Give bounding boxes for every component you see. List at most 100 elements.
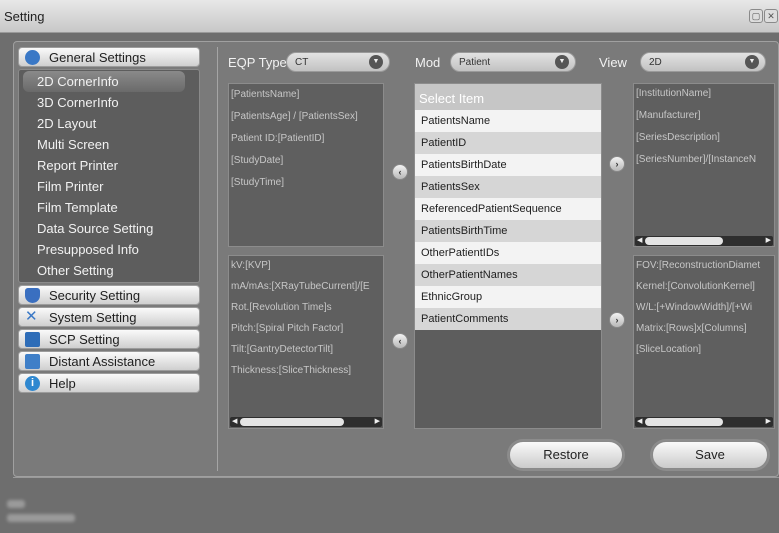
category-label: Security Setting [49, 288, 141, 303]
eqp-type-dropdown[interactable]: CT ▼ [286, 52, 390, 72]
sidebar-item-multi-screen[interactable]: Multi Screen [19, 134, 199, 155]
category-label: Distant Assistance [49, 354, 156, 369]
network-icon [25, 354, 40, 369]
corner-info-line: W/L:[+WindowWidth]/[+Wi [636, 302, 753, 313]
list-item[interactable]: PatientsSex [415, 176, 601, 198]
category-label: General Settings [49, 50, 146, 65]
mod-dropdown[interactable]: Patient ▼ [450, 52, 576, 72]
corner-info-line: [SeriesDescription] [636, 132, 720, 143]
category-general-settings[interactable]: General Settings [18, 47, 200, 67]
corner-info-line: [Manufacturer] [636, 110, 701, 121]
category-system-setting[interactable]: ✕ System Setting [18, 307, 200, 327]
corner-info-line: [StudyDate] [231, 155, 284, 166]
corner-info-line: mA/mAs:[XRayTubeCurrent]/[E [231, 281, 370, 292]
monitor-icon [25, 332, 40, 347]
list-item[interactable]: PatientID [415, 132, 601, 154]
sidebar-item-report-printer[interactable]: Report Printer [19, 155, 199, 176]
window-title: Setting [4, 9, 45, 24]
corner-info-line: Rot.[Revolution Time]s [231, 302, 332, 313]
scroll-left-icon[interactable]: ◀ [637, 236, 642, 246]
corner-info-line: [StudyTime] [231, 177, 284, 188]
status-area [0, 486, 779, 533]
right-top-corner-box[interactable]: [InstitutionName] [Manufacturer] [Series… [633, 83, 775, 247]
category-label: Help [49, 376, 76, 391]
corner-info-line: Thickness:[SliceThickness] [231, 365, 352, 376]
scroll-right-icon[interactable]: ▶ [766, 417, 771, 427]
move-left-bottom-button[interactable]: ‹ [392, 333, 408, 349]
tools-icon: ✕ [25, 308, 38, 325]
move-right-top-button[interactable]: › [609, 156, 625, 172]
horizontal-scrollbar[interactable]: ◀ ▶ [230, 417, 382, 427]
list-item[interactable]: OtherPatientIDs [415, 242, 601, 264]
horizontal-scrollbar[interactable]: ◀ ▶ [635, 417, 773, 427]
scrollbar-thumb[interactable] [645, 237, 723, 245]
right-bottom-corner-box[interactable]: FOV:[ReconstructionDiamet Kernel:[Convol… [633, 255, 775, 429]
status-text-blurred [7, 500, 25, 508]
bottom-divider [13, 477, 779, 478]
chevron-down-icon: ▼ [555, 55, 569, 69]
mod-label: Mod [415, 55, 441, 70]
list-item[interactable]: PatientComments [415, 308, 601, 330]
close-window-icon[interactable]: ✕ [764, 9, 778, 23]
category-label: System Setting [49, 310, 137, 325]
left-top-corner-box[interactable]: [PatientsName] [PatientsAge] / [Patients… [228, 83, 384, 247]
sidebar-item-other-setting[interactable]: Other Setting [19, 260, 199, 281]
select-item-header: Select Item [415, 84, 601, 110]
category-scp-setting[interactable]: SCP Setting [18, 329, 200, 349]
restore-window-icon[interactable]: ▢ [749, 9, 763, 23]
list-item[interactable]: ReferencedPatientSequence [415, 198, 601, 220]
settings-sidebar: General Settings 2D CornerInfo 3D Corner… [18, 47, 200, 395]
save-button[interactable]: Save [652, 441, 768, 469]
corner-info-line: [SliceLocation] [636, 344, 702, 355]
list-item[interactable]: PatientsBirthTime [415, 220, 601, 242]
sidebar-item-3d-cornerinfo[interactable]: 3D CornerInfo [19, 92, 199, 113]
sidebar-item-2d-layout[interactable]: 2D Layout [19, 113, 199, 134]
corner-info-line: Kernel:[ConvolutionKernel] [636, 281, 755, 292]
category-distant-assistance[interactable]: Distant Assistance [18, 351, 200, 371]
general-settings-submenu: 2D CornerInfo 3D CornerInfo 2D Layout Mu… [18, 69, 200, 283]
list-item[interactable]: PatientsName [415, 110, 601, 132]
scrollbar-thumb[interactable] [645, 418, 723, 426]
corner-info-line: [SeriesNumber]/[InstanceN [636, 154, 757, 165]
corner-info-line: Tilt:[GantryDetectorTilt] [231, 344, 334, 355]
corner-info-line: Matrix:[Rows]x[Columns] [636, 323, 747, 334]
list-item[interactable]: OtherPatientNames [415, 264, 601, 286]
view-value: 2D [649, 57, 662, 68]
corner-info-line: FOV:[ReconstructionDiamet [636, 260, 761, 271]
category-label: SCP Setting [49, 332, 120, 347]
list-item[interactable]: PatientsBirthDate [415, 154, 601, 176]
category-help[interactable]: i Help [18, 373, 200, 393]
scrollbar-thumb[interactable] [240, 418, 344, 426]
corner-info-line: Patient ID:[PatientID] [231, 133, 325, 144]
sidebar-item-film-printer[interactable]: Film Printer [19, 176, 199, 197]
horizontal-scrollbar[interactable]: ◀ ▶ [635, 236, 773, 246]
corner-info-line: [InstitutionName] [636, 88, 712, 99]
status-text-blurred [7, 514, 75, 522]
view-dropdown[interactable]: 2D ▼ [640, 52, 766, 72]
chevron-down-icon: ▼ [369, 55, 383, 69]
restore-button[interactable]: Restore [509, 441, 623, 469]
scroll-right-icon[interactable]: ▶ [766, 236, 771, 246]
category-security-setting[interactable]: Security Setting [18, 285, 200, 305]
info-icon: i [25, 376, 40, 391]
sidebar-item-film-template[interactable]: Film Template [19, 197, 199, 218]
vertical-divider [217, 47, 218, 471]
title-bar: Setting ▢ ✕ [0, 0, 779, 33]
mod-value: Patient [459, 57, 491, 68]
list-circle-icon [25, 50, 40, 65]
list-item[interactable]: EthnicGroup [415, 286, 601, 308]
move-right-bottom-button[interactable]: › [609, 312, 625, 328]
scroll-left-icon[interactable]: ◀ [232, 417, 237, 427]
eqp-type-value: CT [295, 57, 309, 68]
shield-icon [25, 288, 40, 303]
move-left-top-button[interactable]: ‹ [392, 164, 408, 180]
sidebar-item-data-source-setting[interactable]: Data Source Setting [19, 218, 199, 239]
sidebar-item-2d-cornerinfo[interactable]: 2D CornerInfo [23, 71, 185, 92]
scroll-right-icon[interactable]: ▶ [375, 417, 380, 427]
eqp-type-label: EQP Type [228, 55, 287, 70]
sidebar-item-presupposed-info[interactable]: Presupposed Info [19, 239, 199, 260]
select-item-list: Select Item PatientsName PatientID Patie… [414, 83, 602, 429]
scroll-left-icon[interactable]: ◀ [637, 417, 642, 427]
corner-info-line: kV:[KVP] [231, 260, 271, 271]
left-bottom-corner-box[interactable]: kV:[KVP] mA/mAs:[XRayTubeCurrent]/[E Rot… [228, 255, 384, 429]
